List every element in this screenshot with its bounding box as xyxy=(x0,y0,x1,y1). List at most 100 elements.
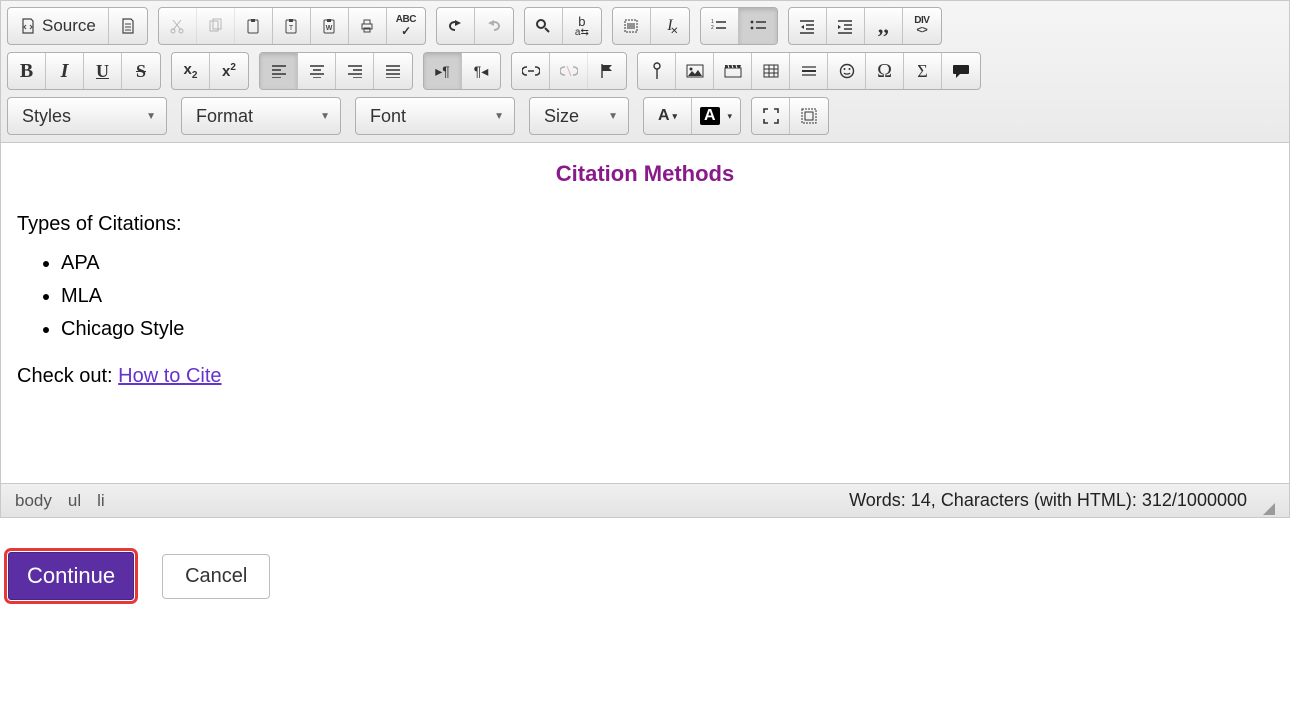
sigma-button[interactable]: Σ xyxy=(904,53,942,89)
unlink-button[interactable] xyxy=(550,53,588,89)
continue-button[interactable]: Continue xyxy=(8,552,134,600)
styles-dropdown[interactable]: Styles ▼ xyxy=(7,97,167,135)
smiley-button[interactable] xyxy=(828,53,866,89)
cut-button[interactable] xyxy=(159,8,197,44)
selectall-button[interactable] xyxy=(613,8,651,44)
print-button[interactable] xyxy=(349,8,387,44)
cancel-button[interactable]: Cancel xyxy=(162,554,270,599)
content-intro: Types of Citations: xyxy=(17,213,1273,236)
iframe-button[interactable] xyxy=(942,53,980,89)
path-item[interactable]: li xyxy=(97,491,105,511)
redo-button[interactable] xyxy=(475,8,513,44)
bold-button[interactable]: B xyxy=(8,53,46,89)
font-dropdown[interactable]: Font ▼ xyxy=(355,97,515,135)
showblocks-button[interactable] xyxy=(790,98,828,134)
group-lists: 12 xyxy=(700,7,778,45)
source-label: Source xyxy=(42,16,96,36)
char-limit: 1000000 xyxy=(1177,490,1247,510)
bullet-list-button[interactable] xyxy=(739,8,777,44)
div-button[interactable]: DIV<> xyxy=(903,8,941,44)
undo-button[interactable] xyxy=(437,8,475,44)
paste-icon xyxy=(245,18,261,34)
table-button[interactable] xyxy=(752,53,790,89)
rich-text-editor: Source T W xyxy=(0,0,1290,518)
numbered-list-button[interactable]: 12 xyxy=(701,8,739,44)
align-left-button[interactable] xyxy=(260,53,298,89)
underline-button[interactable]: U xyxy=(84,53,122,89)
anchor-button[interactable] xyxy=(588,53,626,89)
chars-value: 312 xyxy=(1142,490,1172,510)
outro-prefix: Check out: xyxy=(17,365,118,387)
maximize-button[interactable] xyxy=(752,98,790,134)
font-label: Font xyxy=(370,106,406,127)
source-button[interactable]: Source xyxy=(8,8,109,44)
youtube-button[interactable] xyxy=(638,53,676,89)
how-to-cite-link[interactable]: How to Cite xyxy=(118,365,221,387)
size-dropdown[interactable]: Size ▼ xyxy=(529,97,629,135)
chars-label: Characters (with HTML): xyxy=(941,490,1137,510)
words-value: 14 xyxy=(911,490,931,510)
align-right-icon xyxy=(347,64,363,78)
hr-icon xyxy=(801,64,817,78)
content-title: Citation Methods xyxy=(17,161,1273,187)
hr-button[interactable] xyxy=(790,53,828,89)
copy-button[interactable] xyxy=(197,8,235,44)
superscript-button[interactable]: x2 xyxy=(210,53,248,89)
pin-icon xyxy=(651,62,663,80)
spellcheck-icon: ABC✓ xyxy=(396,15,416,37)
align-center-button[interactable] xyxy=(298,53,336,89)
subscript-icon: x2 xyxy=(184,61,198,81)
align-right-button[interactable] xyxy=(336,53,374,89)
align-justify-button[interactable] xyxy=(374,53,412,89)
find-button[interactable] xyxy=(525,8,563,44)
editor-toolbar: Source T W xyxy=(1,1,1289,143)
replace-button[interactable]: ba⇆ xyxy=(563,8,601,44)
resize-grip[interactable] xyxy=(1263,503,1275,515)
path-item[interactable]: ul xyxy=(68,491,81,511)
subscript-button[interactable]: x2 xyxy=(172,53,210,89)
undo-icon xyxy=(446,18,464,34)
indent-button[interactable] xyxy=(827,8,865,44)
smiley-icon xyxy=(839,63,855,79)
link-icon xyxy=(522,65,540,77)
group-colors: A▾ A▾ xyxy=(643,97,741,135)
align-justify-icon xyxy=(385,64,401,78)
specialchar-button[interactable]: Ω xyxy=(866,53,904,89)
bg-color-icon: A xyxy=(700,107,720,125)
content-list: APA MLA Chicago Style xyxy=(17,252,1273,341)
source-icon xyxy=(20,18,36,34)
speech-bubble-icon xyxy=(952,64,970,78)
removeformat-button[interactable]: I✕ xyxy=(651,8,689,44)
format-dropdown[interactable]: Format ▼ xyxy=(181,97,341,135)
paste-word-button[interactable]: W xyxy=(311,8,349,44)
bg-color-button[interactable]: A▾ xyxy=(692,98,740,134)
text-color-button[interactable]: A▾ xyxy=(644,98,692,134)
styles-label: Styles xyxy=(22,106,71,127)
link-button[interactable] xyxy=(512,53,550,89)
group-clipboard: T W ABC✓ xyxy=(158,7,426,45)
paste-text-button[interactable]: T xyxy=(273,8,311,44)
outdent-button[interactable] xyxy=(789,8,827,44)
path-item[interactable]: body xyxy=(15,491,52,511)
image-button[interactable] xyxy=(676,53,714,89)
editor-content[interactable]: Citation Methods Types of Citations: APA… xyxy=(1,143,1289,483)
newpage-button[interactable] xyxy=(109,8,147,44)
list-item: APA xyxy=(61,252,1273,275)
search-icon xyxy=(535,18,551,34)
italic-button[interactable]: I xyxy=(46,53,84,89)
chevron-down-icon: ▼ xyxy=(608,111,618,122)
maximize-icon xyxy=(763,108,779,124)
spellcheck-button[interactable]: ABC✓ xyxy=(387,8,425,44)
strike-button[interactable]: S xyxy=(122,53,160,89)
group-basicstyles: B I U S xyxy=(7,52,161,90)
words-label: Words: xyxy=(849,490,906,510)
rtl-button[interactable]: ¶◂ xyxy=(462,53,500,89)
selectall-icon xyxy=(623,18,639,34)
ltr-button[interactable]: ▸¶ xyxy=(424,53,462,89)
paste-button[interactable] xyxy=(235,8,273,44)
video-button[interactable] xyxy=(714,53,752,89)
group-links xyxy=(511,52,627,90)
editor-statusbar: body ul li Words: 14, Characters (with H… xyxy=(1,483,1289,517)
group-tools xyxy=(751,97,829,135)
blockquote-button[interactable]: ,, xyxy=(865,8,903,44)
